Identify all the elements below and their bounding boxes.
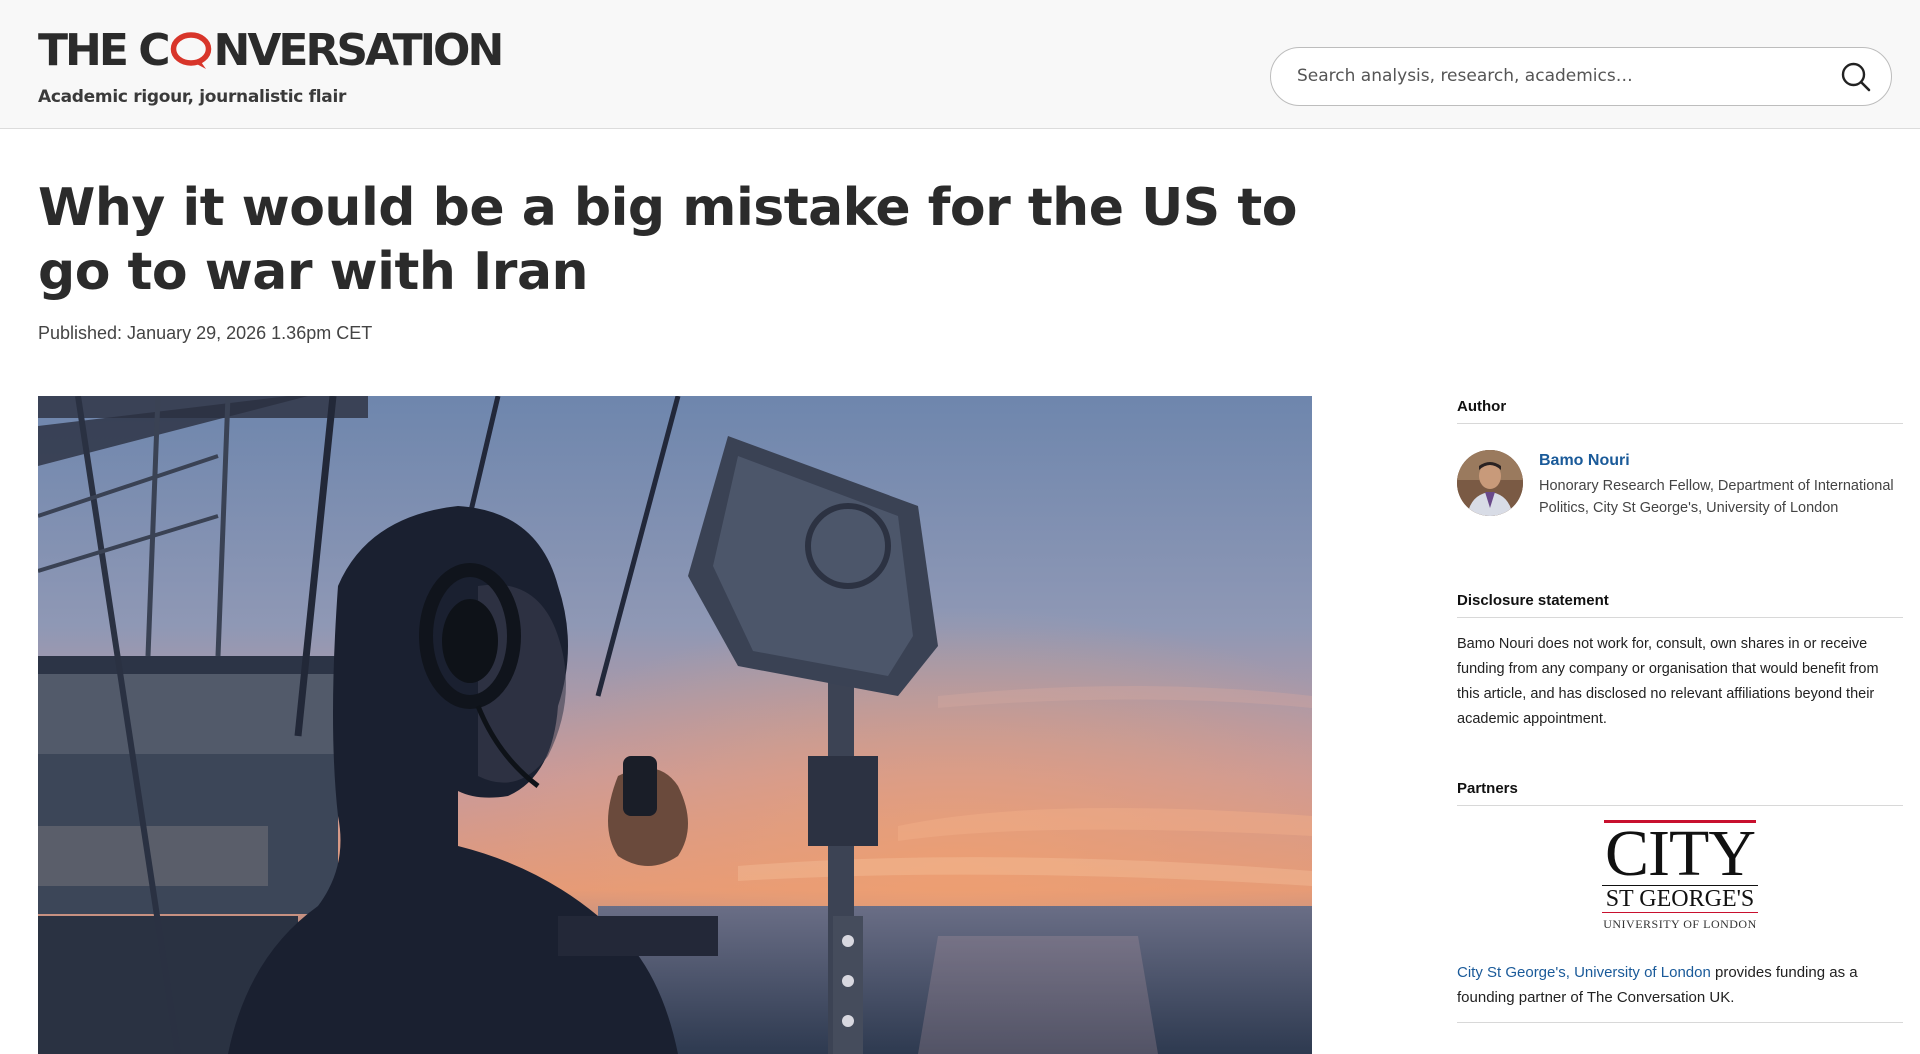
logo-text-part2: NVERSATION — [213, 25, 505, 76]
logo-line2: ST GEORGE'S — [1602, 885, 1758, 913]
search-input[interactable] — [1297, 48, 1817, 104]
author-avatar[interactable] — [1457, 450, 1523, 516]
article-sidebar: Author Bamo Nouri Honorary Research Fell… — [1457, 398, 1903, 1023]
author-role: Honorary Research Fellow, Department of … — [1539, 478, 1894, 516]
site-logo: THE C NVERSATION — [38, 25, 505, 76]
partner-link[interactable]: City St George's, University of London — [1457, 964, 1711, 981]
partner-logo[interactable]: CITY ST GEORGE'S UNIVERSITY OF LONDON — [1457, 820, 1903, 960]
sidebar-divider — [1457, 1022, 1903, 1023]
publish-date: Published: January 29, 2026 1.36pm CET — [38, 323, 373, 343]
city-st-georges-logo: CITY ST GEORGE'S UNIVERSITY OF LONDON — [1600, 820, 1760, 932]
disclosure-heading: Disclosure statement — [1457, 592, 1903, 618]
partners-heading: Partners — [1457, 780, 1903, 806]
author-photo — [1457, 450, 1523, 516]
site-tagline: Academic rigour, journalistic flair — [38, 87, 347, 107]
site-logo-link[interactable]: THE C NVERSATION — [38, 25, 505, 76]
author-name-link[interactable]: Bamo Nouri — [1539, 452, 1630, 470]
disclosure-text: Bamo Nouri does not work for, consult, o… — [1457, 636, 1879, 727]
partner-statement: City St George's, University of London p… — [1457, 960, 1903, 1010]
speech-bubble-icon — [169, 31, 213, 69]
hero-photo-illustration — [38, 396, 1312, 1054]
author-card: Bamo Nouri Honorary Research Fellow, Dep… — [1457, 448, 1903, 558]
article-headline: Why it would be a big mistake for the US… — [38, 178, 1297, 302]
logo-line1: CITY — [1605, 817, 1756, 890]
search-button[interactable] — [1839, 60, 1873, 94]
author-heading: Author — [1457, 398, 1903, 424]
search-icon — [1841, 62, 1871, 92]
hero-image[interactable] — [38, 396, 1312, 1054]
search-box — [1270, 47, 1892, 106]
logo-text-part1: THE C — [38, 25, 171, 76]
site-header: THE C NVERSATION Academic rigour, journal… — [0, 0, 1920, 129]
logo-line3: UNIVERSITY OF LONDON — [1603, 917, 1757, 931]
